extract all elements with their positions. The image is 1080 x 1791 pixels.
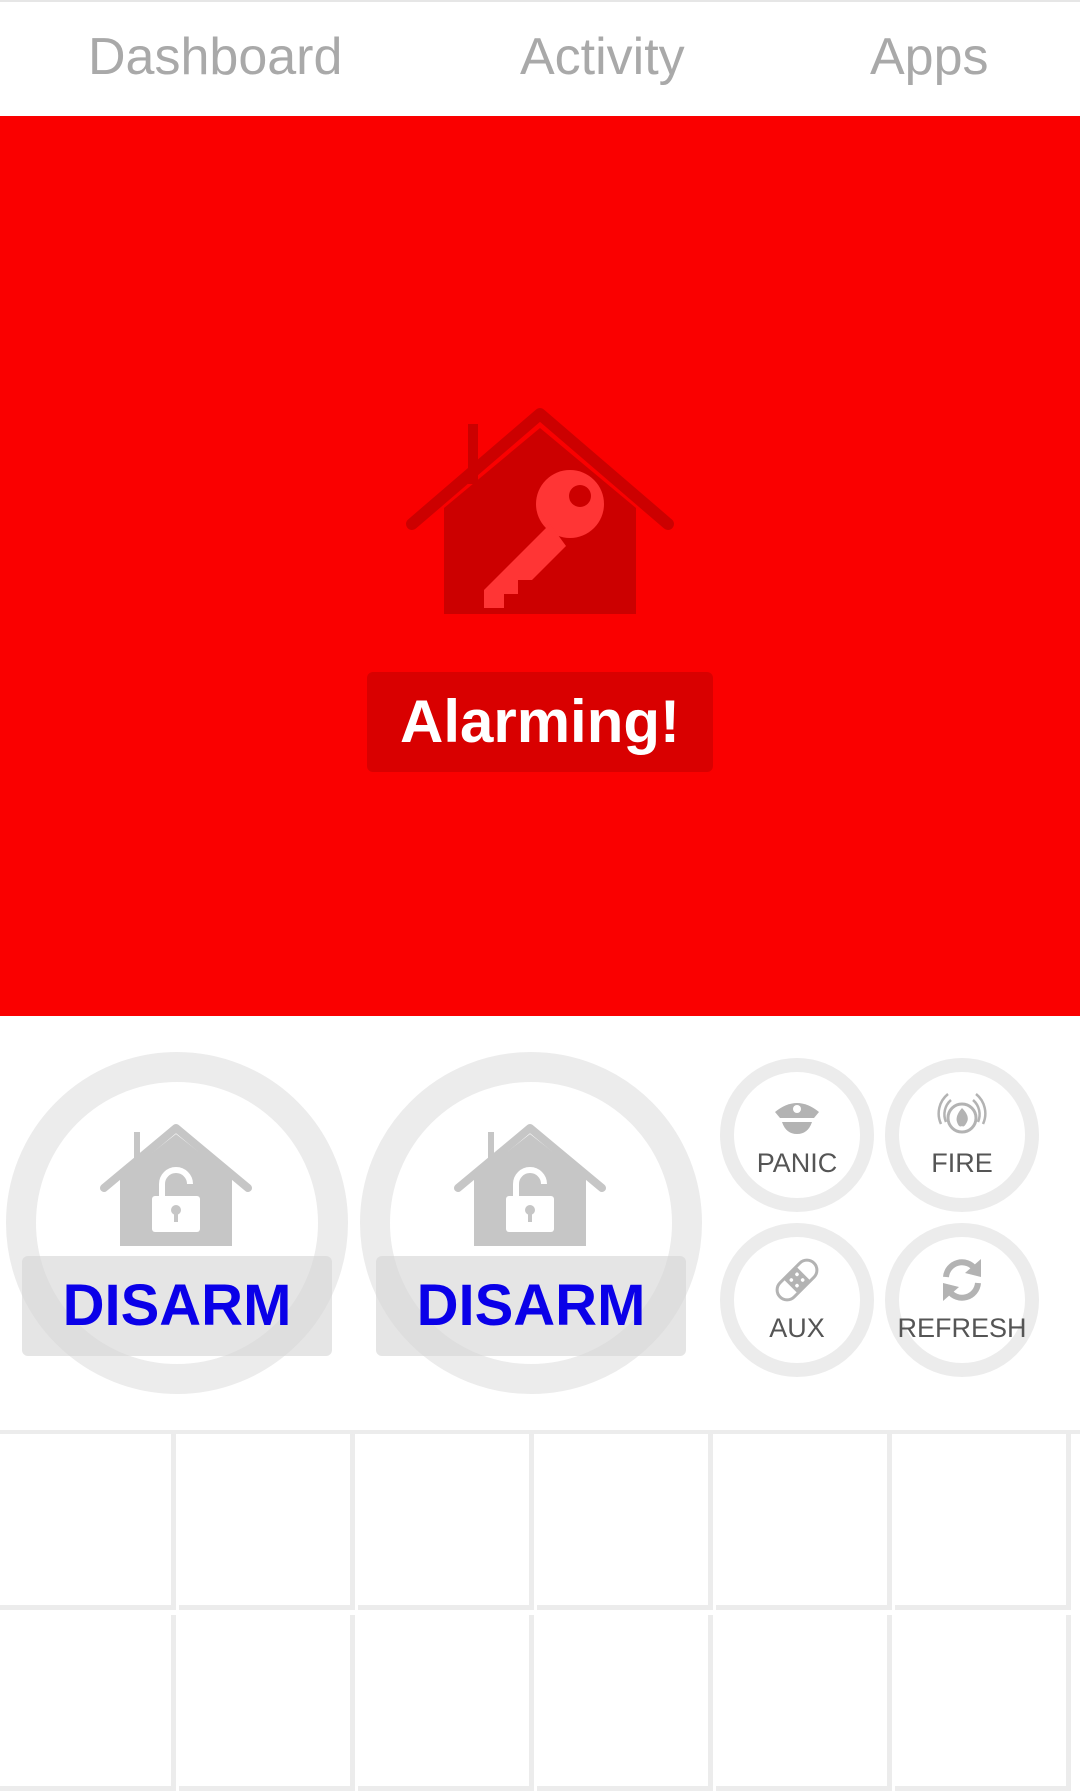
top-navigation: Dashboard Activity Apps (0, 0, 1080, 116)
refresh-icon (943, 1259, 981, 1301)
grid-tile[interactable] (358, 1615, 534, 1791)
grid-tile[interactable] (895, 1615, 1071, 1791)
security-controls: DISARM DISARM PANIC FIRE AUX REFRESH (0, 1016, 1080, 1430)
refresh-label: REFRESH (897, 1313, 1027, 1343)
disarm-button[interactable]: DISARM (6, 1052, 348, 1394)
fire-label: FIRE (931, 1148, 993, 1178)
tab-apps[interactable]: Apps (870, 22, 989, 92)
house-unlocked-icon (454, 1124, 606, 1246)
grid-tile[interactable] (895, 1434, 1071, 1610)
disarm-label: DISARM (22, 1256, 332, 1356)
grid-tile[interactable] (537, 1434, 713, 1610)
grid-tile[interactable] (358, 1434, 534, 1610)
aux-button[interactable]: AUX (720, 1223, 874, 1377)
fire-button[interactable]: FIRE (885, 1058, 1039, 1212)
aux-label: AUX (769, 1313, 825, 1343)
grid-tile[interactable] (537, 1615, 713, 1791)
alarm-status-panel[interactable]: Alarming! (0, 116, 1080, 1016)
house-key-icon (406, 408, 674, 614)
panic-button[interactable]: PANIC (720, 1058, 874, 1212)
grid-tile[interactable] (716, 1434, 892, 1610)
fire-alarm-icon (937, 1093, 987, 1134)
grid-tile[interactable] (179, 1434, 355, 1610)
grid-tile[interactable] (716, 1615, 892, 1791)
device-tile-grid (0, 1430, 1080, 1791)
grid-tile[interactable] (0, 1615, 176, 1791)
disarm-label: DISARM (376, 1256, 686, 1356)
bandage-icon (775, 1258, 819, 1302)
tab-activity[interactable]: Activity (520, 22, 685, 92)
police-cap-icon (775, 1103, 819, 1134)
house-unlocked-icon (100, 1124, 252, 1246)
disarm-button[interactable]: DISARM (360, 1052, 702, 1394)
refresh-button[interactable]: REFRESH (885, 1223, 1039, 1377)
alarm-status-text: Alarming! (367, 672, 713, 772)
panic-label: PANIC (756, 1148, 838, 1178)
tab-dashboard[interactable]: Dashboard (88, 22, 342, 92)
grid-tile[interactable] (179, 1615, 355, 1791)
grid-tile[interactable] (0, 1434, 176, 1610)
